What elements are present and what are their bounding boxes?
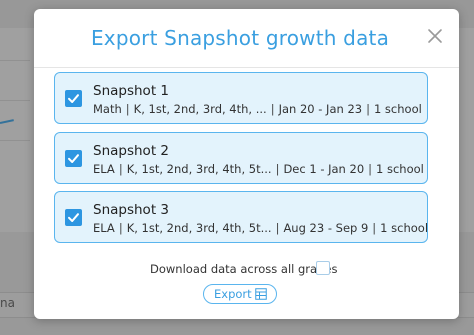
export-dialog: Export Snapshot growth data Snapshot 1 M… (34, 9, 459, 319)
snapshot-3-subject: ELA (93, 221, 115, 235)
export-button[interactable]: Export (203, 284, 277, 304)
snapshot-1-subject: Math (93, 102, 122, 116)
all-grades-option: Download data across all grades (34, 261, 459, 277)
snapshot-3-name: Snapshot 3 (93, 202, 169, 218)
snapshot-card-3[interactable]: Snapshot 3 ELA | K, 1st, 2nd, 3rd, 4th, 5t… (54, 191, 428, 243)
spreadsheet-icon (255, 288, 267, 300)
snapshot-1-name: Snapshot 1 (93, 83, 169, 99)
close-button[interactable] (426, 27, 444, 45)
snapshot-3-checkbox[interactable] (65, 209, 82, 226)
export-button-label: Export (214, 287, 252, 301)
snapshot-1-schools: 1 school (373, 102, 422, 116)
snapshot-2-dates: Dec 1 - Jan 20 (283, 162, 365, 176)
snapshot-3-details: ELA | K, 1st, 2nd, 3rd, 4th, 5t... | Aug 23 … (93, 221, 429, 235)
checkmark-icon (68, 213, 79, 222)
all-grades-checkbox[interactable] (316, 261, 330, 275)
snapshot-2-grades: K, 1st, 2nd, 3rd, 4th, 5t... (126, 162, 272, 176)
snapshot-1-grades: K, 1st, 2nd, 3rd, 4th, ... (133, 102, 267, 116)
snapshot-2-subject: ELA (93, 162, 115, 176)
all-grades-label: Download data across all grades (150, 262, 338, 276)
snapshot-card-2[interactable]: Snapshot 2 ELA | K, 1st, 2nd, 3rd, 4th, 5t… (54, 132, 428, 184)
snapshot-3-grades: K, 1st, 2nd, 3rd, 4th, 5t... (126, 221, 272, 235)
snapshot-card-1[interactable]: Snapshot 1 Math | K, 1st, 2nd, 3rd, 4th, .… (54, 72, 428, 124)
snapshot-2-checkbox[interactable] (65, 150, 82, 167)
close-icon (428, 29, 442, 43)
snapshot-3-schools: 1 school (380, 221, 429, 235)
snapshot-2-schools: 1 school (376, 162, 424, 176)
dialog-header: Export Snapshot growth data (34, 9, 459, 68)
snapshot-3-dates: Aug 23 - Sep 9 (283, 221, 369, 235)
snapshot-2-details: ELA | K, 1st, 2nd, 3rd, 4th, 5t... | Dec 1 -… (93, 162, 424, 176)
checkmark-icon (68, 154, 79, 163)
dialog-title: Export Snapshot growth data (90, 26, 390, 50)
snapshot-1-dates: Jan 20 - Jan 23 (278, 102, 363, 116)
checkmark-icon (68, 94, 79, 103)
snapshot-1-checkbox[interactable] (65, 90, 82, 107)
snapshot-2-name: Snapshot 2 (93, 143, 169, 159)
snapshot-1-details: Math | K, 1st, 2nd, 3rd, 4th, ... | Jan 20 -… (93, 102, 422, 116)
